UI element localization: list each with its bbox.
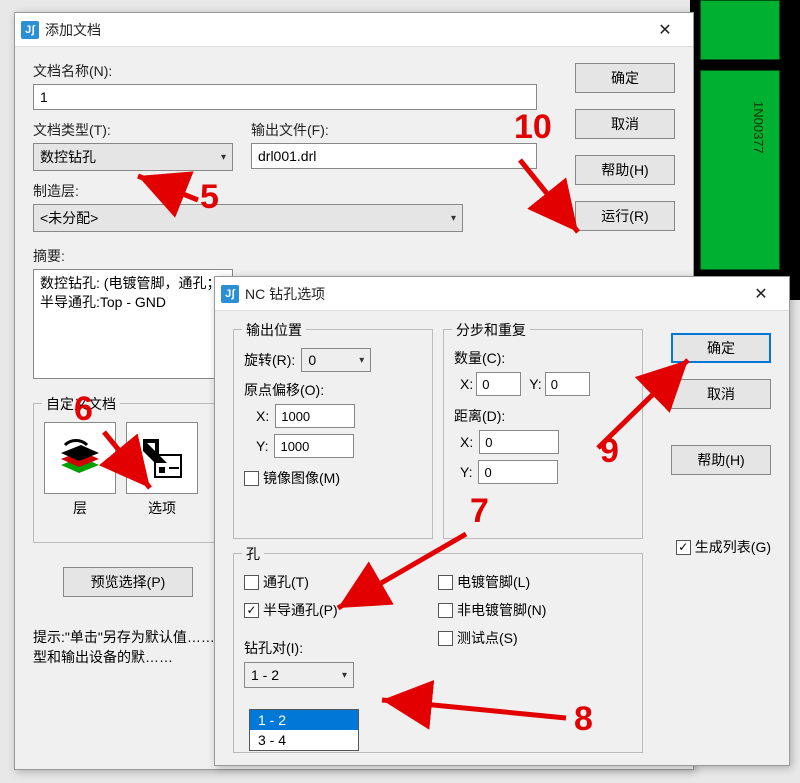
layers-icon (55, 433, 105, 483)
doctype-select[interactable]: 数控钻孔 ▾ (33, 143, 233, 171)
layers-button[interactable] (44, 422, 116, 494)
rotation-label: 旋转(R): (244, 350, 295, 370)
holes-legend: 孔 (242, 544, 264, 564)
outputfile-input[interactable] (251, 143, 537, 169)
dropdown-item[interactable]: 3 - 4 (250, 730, 358, 750)
background-pcb: 1N00377 (690, 0, 800, 300)
drill-pair-dropdown[interactable]: 1 - 2 3 - 4 (249, 709, 359, 751)
partial-hole-checkbox[interactable]: ✓半导通孔(P) (244, 600, 338, 620)
count-label: 数量(C): (454, 348, 632, 368)
chevron-down-icon: ▾ (451, 213, 456, 224)
count-x-input[interactable] (476, 372, 521, 396)
options-icon (137, 433, 187, 483)
chevron-down-icon: ▾ (221, 152, 226, 163)
outputfile-label: 输出文件(F): (251, 120, 537, 140)
close-button[interactable]: ✕ (741, 281, 781, 307)
origin-offset-label: 原点偏移(O): (244, 380, 422, 400)
cancel-button[interactable]: 取消 (575, 109, 675, 139)
help-button[interactable]: 帮助(H) (671, 445, 771, 475)
app-icon: Jʃ (221, 285, 239, 303)
fablayer-label: 制造层: (33, 181, 463, 201)
nc-drill-options-dialog: Jʃ NC 钻孔选项 ✕ 确定 取消 帮助(H) ✓生成列表(G) 输出位置 旋… (214, 276, 790, 766)
options-caption: 选项 (126, 498, 198, 518)
options-button[interactable] (126, 422, 198, 494)
app-icon: Jʃ (21, 21, 39, 39)
help-button[interactable]: 帮助(H) (575, 155, 675, 185)
layers-caption: 层 (44, 498, 116, 518)
drill-pair-select[interactable]: 1 - 2 ▾ (244, 662, 354, 688)
customdoc-legend: 自定义文档 (42, 394, 120, 414)
drill-pair-label: 钻孔对(I): (244, 638, 438, 658)
summary-label: 摘要: (33, 246, 233, 266)
doctype-label: 文档类型(T): (33, 120, 233, 140)
output-pos-legend: 输出位置 (242, 320, 306, 340)
run-button[interactable]: 运行(R) (575, 201, 675, 231)
dist-x-input[interactable] (479, 430, 559, 454)
plated-pin-checkbox[interactable]: 电镀管脚(L) (438, 572, 530, 592)
fablayer-select[interactable]: <未分配> ▾ (33, 204, 463, 232)
cancel-button[interactable]: 取消 (671, 379, 771, 409)
titlebar-nc: Jʃ NC 钻孔选项 ✕ (215, 277, 789, 311)
dropdown-item[interactable]: 1 - 2 (250, 710, 358, 730)
summary-textarea[interactable]: 数控钻孔: (电镀管脚，通孔； 半导通孔:Top - GND (33, 269, 233, 379)
origin-y-input[interactable] (274, 434, 354, 458)
origin-x-input[interactable] (275, 404, 355, 428)
rotation-select[interactable]: 0 ▾ (301, 348, 371, 372)
close-button[interactable]: ✕ (645, 17, 685, 43)
titlebar-add-doc: Jʃ 添加文档 ✕ (15, 13, 693, 47)
dialog-title: NC 钻孔选项 (245, 284, 325, 304)
through-hole-checkbox[interactable]: 通孔(T) (244, 572, 309, 592)
step-repeat-legend: 分步和重复 (452, 320, 530, 340)
chevron-down-icon: ▾ (342, 670, 347, 681)
mirror-checkbox[interactable]: 镜像图像(M) (244, 468, 340, 488)
ok-button[interactable]: 确定 (575, 63, 675, 93)
count-y-input[interactable] (545, 372, 590, 396)
dist-y-input[interactable] (478, 460, 558, 484)
testpoint-checkbox[interactable]: 测试点(S) (438, 628, 518, 648)
nonplated-pin-checkbox[interactable]: 非电镀管脚(N) (438, 600, 546, 620)
generate-list-checkbox[interactable]: ✓生成列表(G) (676, 537, 771, 557)
chevron-down-icon: ▾ (359, 355, 364, 366)
preview-button[interactable]: 预览选择(P) (63, 567, 193, 597)
docname-input[interactable] (33, 84, 537, 110)
distance-label: 距离(D): (454, 406, 632, 426)
docname-label: 文档名称(N): (33, 61, 537, 81)
dialog-title: 添加文档 (45, 20, 101, 40)
ok-button[interactable]: 确定 (671, 333, 771, 363)
